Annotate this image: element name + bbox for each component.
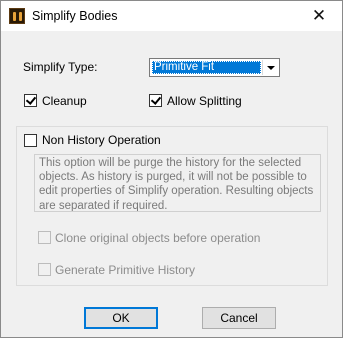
simplify-type-dropdown[interactable]: Primitive Fit (149, 58, 280, 77)
non-history-label[interactable]: Non History Operation (42, 133, 161, 147)
clone-objects-checkbox[interactable] (38, 231, 51, 244)
cleanup-label[interactable]: Cleanup (42, 94, 87, 108)
app-icon (9, 8, 25, 24)
allow-splitting-checkbox[interactable] (149, 94, 162, 107)
simplify-type-selected: Primitive Fit (152, 61, 261, 74)
clone-objects-label: Clone original objects before operation (55, 231, 261, 245)
cancel-button[interactable]: Cancel (202, 307, 276, 329)
generate-primitive-history-label: Generate Primitive History (55, 263, 196, 277)
dropdown-arrow-icon[interactable] (262, 60, 278, 75)
generate-primitive-history-checkbox[interactable] (38, 263, 51, 276)
simplify-bodies-dialog: Simplify Bodies ✕ Simplify Type: Primiti… (0, 0, 343, 338)
close-icon[interactable]: ✕ (296, 1, 342, 31)
title-bar[interactable]: Simplify Bodies ✕ (1, 1, 342, 31)
non-history-checkbox[interactable] (24, 134, 37, 147)
allow-splitting-label[interactable]: Allow Splitting (167, 94, 242, 108)
non-history-description: This option will be purge the history fo… (34, 154, 321, 212)
cleanup-checkbox[interactable] (24, 94, 37, 107)
ok-button[interactable]: OK (84, 307, 158, 329)
window-title: Simplify Bodies (32, 9, 118, 23)
simplify-type-label: Simplify Type: (23, 60, 98, 74)
